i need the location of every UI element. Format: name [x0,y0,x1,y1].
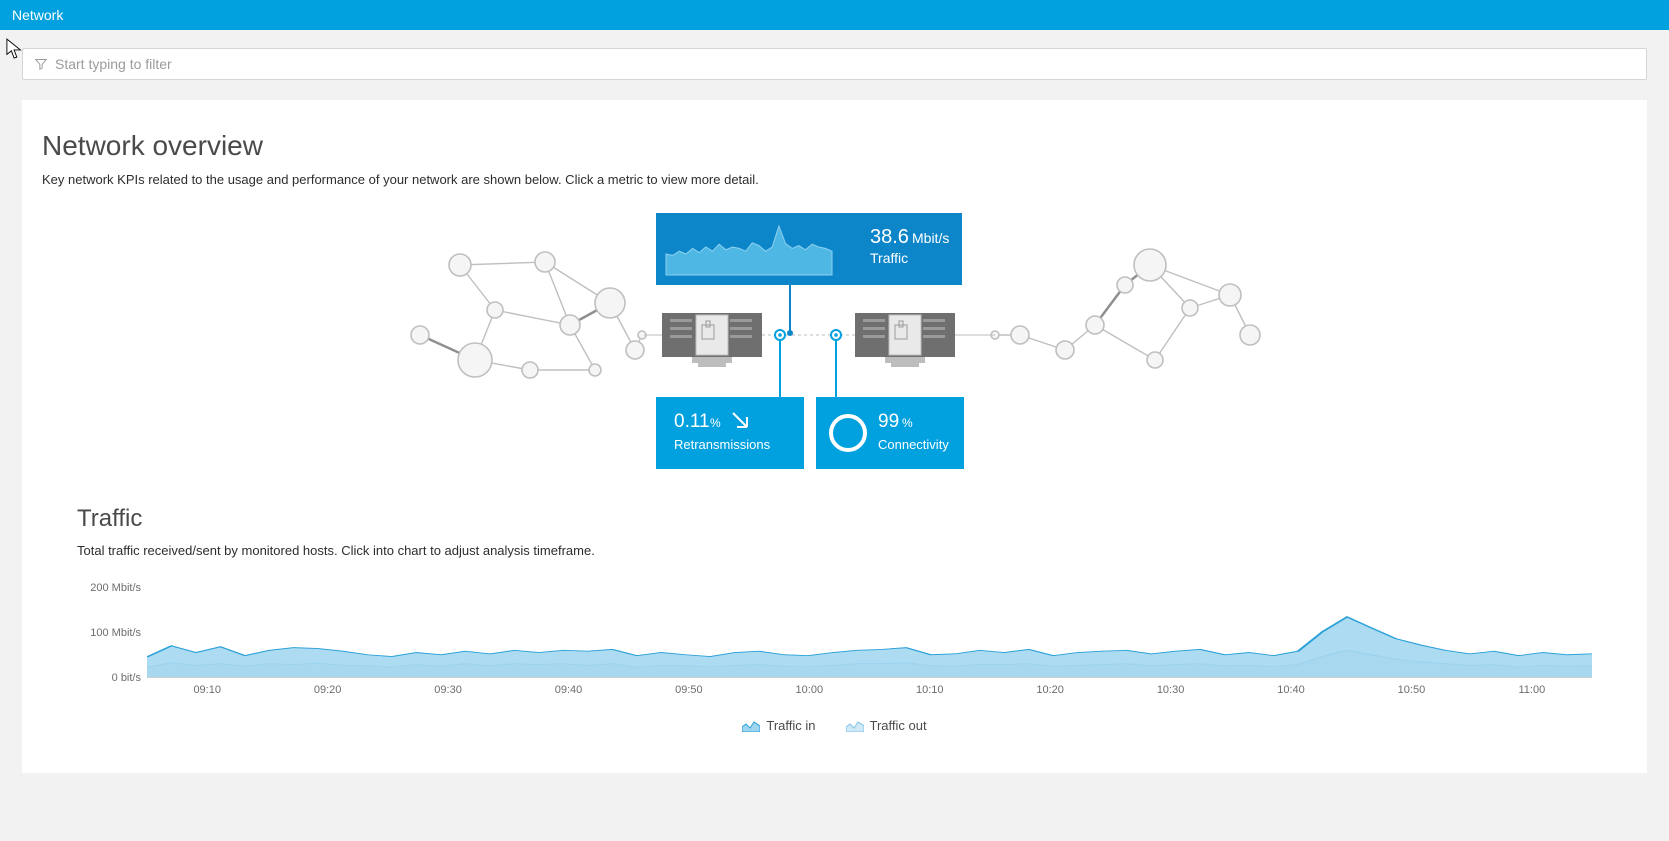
filter-bar[interactable] [22,48,1647,80]
cursor-icon [6,38,24,60]
svg-text:38.6: 38.6 [870,226,909,248]
svg-text:Traffic: Traffic [870,250,908,266]
svg-text:0.11: 0.11 [674,411,710,432]
svg-text:Connectivity: Connectivity [878,437,949,452]
traffic-title: Traffic [77,505,1627,533]
svg-text:Retransmissions: Retransmissions [674,437,771,452]
traffic-subtitle: Total traffic received/sent by monitored… [77,543,1627,558]
overview-subtitle: Key network KPIs related to the usage an… [42,172,1627,187]
legend-traffic-out[interactable]: Traffic out [846,718,927,733]
app-header: Network [0,0,1669,30]
kpi-retransmissions-card[interactable]: 0.11% Retransmissions [656,397,804,469]
kpi-traffic-card[interactable]: 38.6Mbit/sTraffic [656,213,962,285]
filter-input[interactable] [55,56,1634,72]
traffic-chart[interactable]: 200 Mbit/s100 Mbit/s0 bit/s 09:1009:2009… [77,588,1592,733]
main-panel: Network overview Key network KPIs relate… [22,100,1647,773]
svg-text:Mbit/s: Mbit/s [912,230,949,246]
svg-text:%: % [902,416,913,430]
svg-text:%: % [710,416,721,430]
legend-traffic-in[interactable]: Traffic in [742,718,815,733]
filter-icon [35,58,47,70]
network-diagram: 38.6Mbit/sTraffic 0.11% Retransmissions 99%… [42,205,1627,475]
kpi-connectivity-card[interactable]: 99% Connectivity [816,397,964,469]
overview-title: Network overview [42,130,1627,162]
page-title: Network [12,7,63,23]
svg-text:99: 99 [878,411,899,432]
